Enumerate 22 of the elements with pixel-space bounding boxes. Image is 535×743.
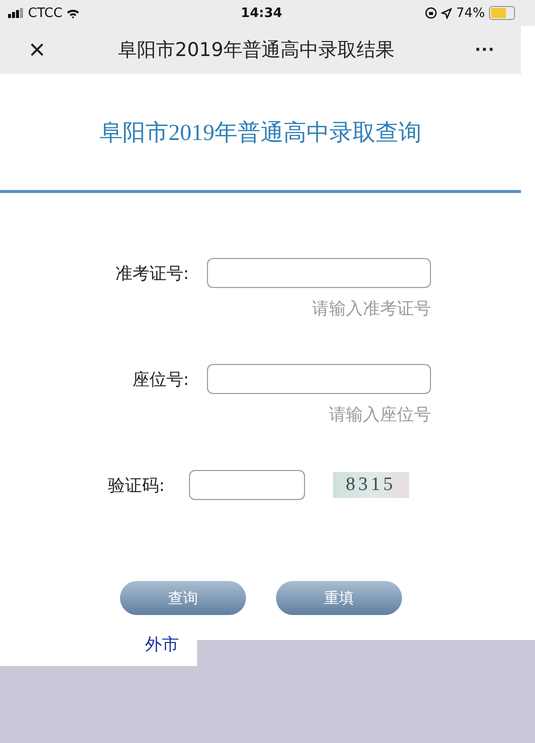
signal-icon [8, 8, 24, 18]
location-arrow-icon [441, 8, 452, 18]
carrier-name: CTCC [28, 6, 62, 20]
footer-link[interactable]: 外市 [145, 635, 179, 655]
input-field[interactable] [207, 364, 431, 394]
page-heading: 阜阳市2019年普通高中录取查询 [100, 118, 422, 146]
field-hint: 请输入准考证号 [312, 298, 431, 321]
field-label: 座位号: [132, 368, 189, 390]
rotation-lock-icon [425, 7, 438, 19]
captcha-image[interactable]: 8315 [332, 472, 409, 498]
field-hint: 请输入座位号 [329, 404, 431, 427]
field-label: 验证码: [108, 474, 165, 496]
close-button[interactable]: × [12, 34, 62, 66]
clock-time: 14:34 [240, 6, 282, 20]
page-title: 阜阳市2019年普通高中录取结果 [118, 38, 394, 63]
field-label: 准考证号: [115, 262, 189, 284]
input-field[interactable] [188, 470, 305, 500]
more-button[interactable]: ··· [463, 38, 507, 62]
battery-icon [488, 6, 515, 20]
battery-percent: 74% [456, 6, 485, 20]
input-field[interactable] [207, 258, 431, 288]
wifi-icon [66, 8, 80, 18]
